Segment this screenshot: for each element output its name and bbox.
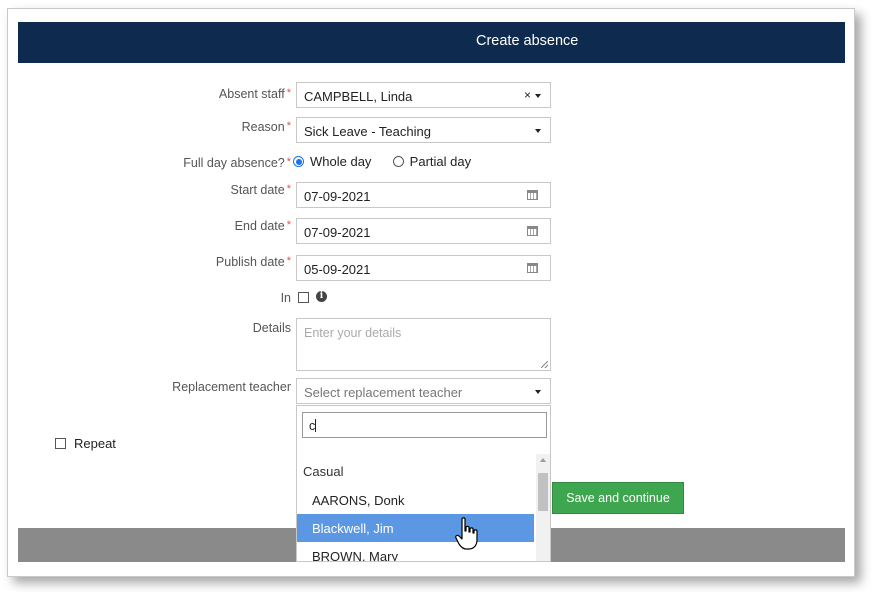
- chevron-down-icon[interactable]: [535, 93, 541, 98]
- whole-day-label: Whole day: [310, 154, 372, 169]
- reason-label: Reason *: [241, 120, 291, 134]
- start-date-value: 07-09-2021: [304, 189, 371, 204]
- partial-day-label: Partial day: [409, 154, 472, 169]
- clear-icon[interactable]: ×: [524, 88, 531, 102]
- start-date-label: Start date *: [230, 183, 291, 197]
- dialog-title: Create absence: [476, 33, 579, 49]
- absent-staff-value: CAMPBELL, Linda: [304, 89, 413, 104]
- replacement-teacher-dropdown: c Casual AARONS, Donk Blackwell, Jim BRO…: [296, 405, 551, 562]
- dropdown-option-highlighted[interactable]: Blackwell, Jim: [297, 514, 534, 542]
- dropdown-scrollbar[interactable]: [536, 454, 550, 561]
- create-absence-dialog: Create absence Absent staff * CAMPBELL, L…: [7, 8, 855, 577]
- dropdown-search-input[interactable]: c: [302, 412, 547, 438]
- end-date-input[interactable]: 07-09-2021: [296, 218, 551, 244]
- repeat-option[interactable]: Repeat: [55, 436, 116, 451]
- dropdown-option[interactable]: AARONS, Donk: [297, 486, 534, 514]
- repeat-label: Repeat: [74, 436, 116, 451]
- repeat-checkbox[interactable]: [55, 438, 66, 449]
- replacement-teacher-label: Replacement teacher: [172, 380, 291, 394]
- publish-date-value: 05-09-2021: [304, 262, 371, 277]
- replacement-teacher-placeholder: Select replacement teacher: [304, 385, 463, 400]
- hand-pointer-cursor-icon: [455, 517, 478, 550]
- details-label: Details: [252, 321, 291, 335]
- scrollbar-thumb[interactable]: [538, 473, 548, 511]
- full-day-label: Full day absence? *: [183, 156, 291, 170]
- publish-date-input[interactable]: 05-09-2021: [296, 255, 551, 281]
- end-date-value: 07-09-2021: [304, 225, 371, 240]
- details-textarea[interactable]: Enter your details: [296, 318, 551, 371]
- calendar-icon[interactable]: [527, 190, 538, 200]
- absent-staff-select[interactable]: CAMPBELL, Linda ×: [296, 82, 551, 108]
- in-label: In: [280, 291, 291, 305]
- absent-staff-label: Absent staff *: [218, 87, 291, 101]
- save-and-continue-button[interactable]: Save and continue: [552, 482, 684, 514]
- full-day-radio-group: Whole day Partial day: [293, 154, 471, 169]
- dialog-header: Create absence: [18, 22, 845, 63]
- reason-value: Sick Leave - Teaching: [304, 124, 431, 139]
- end-date-label: End date *: [234, 219, 291, 233]
- info-icon[interactable]: i: [316, 291, 327, 302]
- calendar-icon[interactable]: [527, 226, 538, 236]
- resize-handle-icon[interactable]: [541, 361, 548, 368]
- chevron-down-icon: [535, 389, 541, 394]
- scroll-up-arrow-icon[interactable]: [540, 458, 546, 462]
- details-placeholder: Enter your details: [304, 326, 402, 340]
- reason-select[interactable]: Sick Leave - Teaching: [296, 117, 551, 143]
- chevron-down-icon: [535, 128, 541, 133]
- publish-date-label: Publish date *: [215, 255, 291, 269]
- dropdown-group-label: Casual: [303, 464, 344, 479]
- start-date-input[interactable]: 07-09-2021: [296, 182, 551, 208]
- calendar-icon[interactable]: [527, 263, 538, 273]
- whole-day-radio[interactable]: [293, 156, 304, 167]
- dropdown-option[interactable]: BROWN, Mary: [297, 542, 534, 561]
- replacement-teacher-select[interactable]: Select replacement teacher: [296, 378, 551, 404]
- in-checkbox[interactable]: [298, 292, 309, 303]
- partial-day-radio[interactable]: [392, 156, 404, 167]
